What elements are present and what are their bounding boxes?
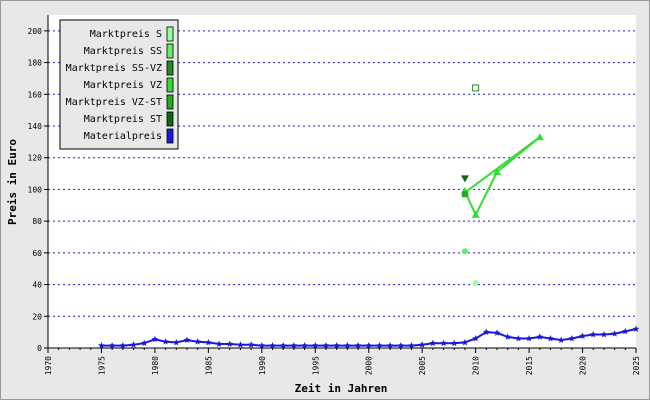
legend-swatch <box>166 128 174 144</box>
x-tick-label: 2005 <box>418 356 427 375</box>
x-tick-label: 2025 <box>632 356 641 375</box>
legend-swatch <box>166 94 174 110</box>
y-tick-label: 140 <box>28 122 43 131</box>
y-tick-label: 180 <box>28 59 43 68</box>
legend-swatch <box>166 111 174 127</box>
legend-swatch <box>166 43 174 59</box>
legend-label: Marktpreis VZ-ST <box>66 97 162 108</box>
x-tick-label: 2020 <box>579 356 588 375</box>
y-tick-label: 160 <box>28 90 43 99</box>
data-point <box>472 279 479 286</box>
y-tick-label: 80 <box>32 217 42 226</box>
legend-label: Marktpreis VZ <box>84 80 162 91</box>
legend-swatch <box>166 60 174 76</box>
legend-label: Marktpreis SS <box>84 46 162 57</box>
series-marktpreis-ss-vz <box>472 84 480 92</box>
y-tick-label: 20 <box>32 312 42 321</box>
legend-label: Marktpreis ST <box>84 114 162 125</box>
y-tick-label: 200 <box>28 27 43 36</box>
y-axis-title: Preis in Euro <box>6 139 19 225</box>
y-tick-label: 100 <box>28 185 43 194</box>
legend-swatch <box>166 26 174 42</box>
legend-label: Materialpreis <box>84 131 162 142</box>
x-tick-label: 1975 <box>97 356 106 375</box>
x-tick-label: 1985 <box>204 356 213 375</box>
x-tick-label: 1980 <box>151 356 160 375</box>
price-chart: 0 20 40 60 80 100 120 140 160 180 200 1970 1975 1980 1… <box>6 15 641 395</box>
x-tick-label: 2000 <box>365 356 374 375</box>
legend-swatch <box>166 77 174 93</box>
x-tick-label: 2010 <box>472 356 481 375</box>
series-marktpreis-s <box>472 279 479 286</box>
y-tick-label: 0 <box>37 344 42 353</box>
x-tick-label: 2015 <box>525 356 534 375</box>
x-tick-label: 1970 <box>44 356 53 375</box>
y-tick-label: 120 <box>28 154 43 163</box>
y-tick-label: 40 <box>32 281 42 290</box>
y-tick-label: 60 <box>32 249 42 258</box>
series-marktpreis-ss <box>461 248 468 255</box>
x-axis-title: Zeit in Jahren <box>295 382 388 395</box>
data-point <box>461 248 468 255</box>
data-point <box>461 191 468 198</box>
series-marktpreis-vz-st <box>461 191 468 198</box>
legend-label: Marktpreis S <box>90 29 162 40</box>
data-point <box>472 84 480 92</box>
x-tick-label: 1995 <box>311 356 320 375</box>
x-tick-label: 1990 <box>258 356 267 375</box>
legend-label: Marktpreis SS-VZ <box>66 63 162 74</box>
